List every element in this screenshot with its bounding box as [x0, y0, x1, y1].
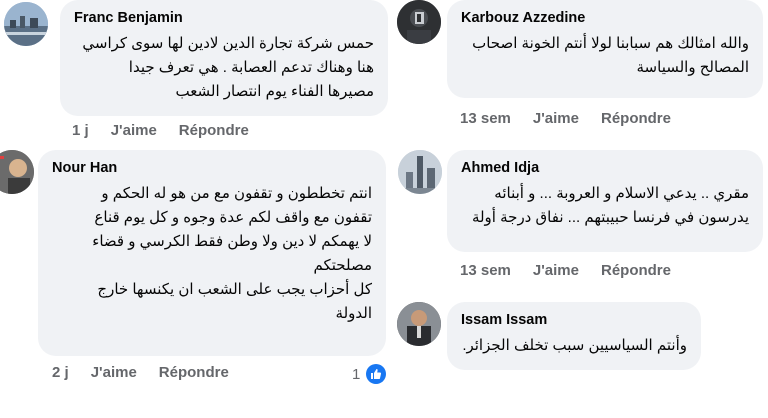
comment-bubble: Karbouz Azzedine والله امثالك هم سبابنا …	[447, 0, 763, 98]
comment-bubble: Issam Issam وأنتم السياسيين سبب تخلف الج…	[447, 302, 701, 370]
thumbs-up-icon	[366, 364, 387, 384]
comment-author[interactable]: Issam Issam	[461, 312, 687, 328]
reply-button[interactable]: Répondre	[601, 110, 671, 127]
reaction-count: 1	[352, 365, 361, 383]
avatar[interactable]	[397, 0, 441, 44]
avatar[interactable]	[0, 150, 34, 194]
comment-text: انتم تخططون و تقفون مع من هو له الحكم و …	[92, 185, 372, 322]
like-button[interactable]: J'aime	[91, 364, 137, 381]
avatar[interactable]	[4, 2, 48, 46]
comment-bubble: Ahmed Idja مقري .. يدعي الاسلام و العروب…	[447, 150, 763, 252]
comment-actions: 13 sem J'aime Répondre	[460, 262, 671, 279]
comment-time[interactable]: 13 sem	[460, 110, 511, 127]
comment-author[interactable]: Franc Benjamin	[74, 10, 374, 26]
comment-bubble: Nour Han انتم تخططون و تقفون مع من هو له…	[38, 150, 386, 356]
reply-button[interactable]: Répondre	[601, 262, 671, 279]
reply-button[interactable]: Répondre	[179, 122, 249, 139]
comment-time[interactable]: 2 j	[52, 364, 69, 381]
like-button[interactable]: J'aime	[533, 262, 579, 279]
comment-author[interactable]: Karbouz Azzedine	[461, 10, 749, 26]
reaction-summary[interactable]: 1	[352, 364, 387, 384]
comment-text: وأنتم السياسيين سبب تخلف الجزائر.	[462, 337, 687, 354]
comment-text: والله امثالك هم سبابنا لولا أنتم الخونة …	[472, 35, 749, 76]
comment-actions: 1 j J'aime Répondre	[72, 122, 249, 139]
comment-bubble: Franc Benjamin حمس شركة تجارة الدين لادي…	[60, 0, 388, 116]
comment-text: مقري .. يدعي الاسلام و العروبة ... و أبن…	[471, 185, 749, 226]
comment-author[interactable]: Ahmed Idja	[461, 160, 749, 176]
reply-button[interactable]: Répondre	[159, 364, 229, 381]
comment-text: حمس شركة تجارة الدين لادين لها سوى كراسي…	[82, 35, 374, 100]
avatar[interactable]	[397, 302, 441, 346]
comment-actions: 13 sem J'aime Répondre	[460, 110, 671, 127]
avatar[interactable]	[398, 150, 442, 194]
comment-author[interactable]: Nour Han	[52, 160, 372, 176]
comment-actions: 2 j J'aime Répondre	[52, 364, 229, 381]
comment-time[interactable]: 1 j	[72, 122, 89, 139]
like-button[interactable]: J'aime	[111, 122, 157, 139]
like-button[interactable]: J'aime	[533, 110, 579, 127]
comment-time[interactable]: 13 sem	[460, 262, 511, 279]
